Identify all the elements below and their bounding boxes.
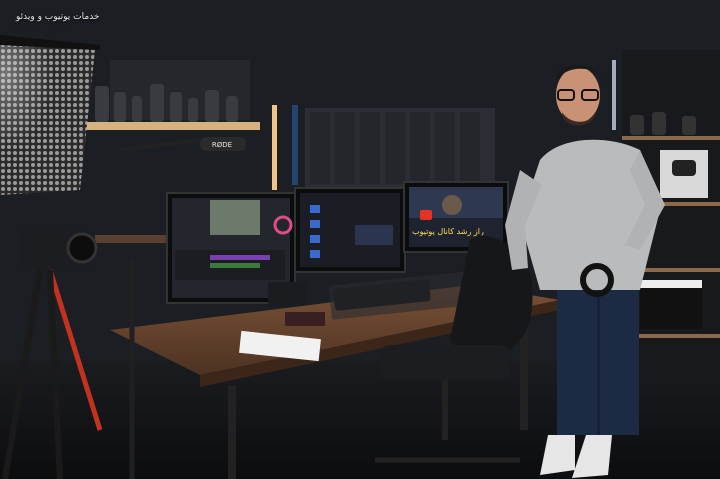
photo-scene: راز رشد کانال یوتیوب RØDE خدمات یوتیوب و… — [0, 0, 720, 479]
light-strip-left — [272, 105, 277, 190]
monitor-middle — [294, 187, 406, 273]
clapperboard — [640, 285, 702, 329]
stream-deck — [268, 282, 306, 306]
light-strip-right — [612, 60, 616, 130]
monitor-title-text: راز رشد کانال یوتیوب — [412, 227, 484, 236]
studio-photo: راز رشد کانال یوتیوب RØDE — [0, 0, 720, 479]
rode-brand-label: RØDE — [212, 141, 232, 149]
caption-text: خدمات یوتیوب و ویدئو — [16, 12, 100, 22]
